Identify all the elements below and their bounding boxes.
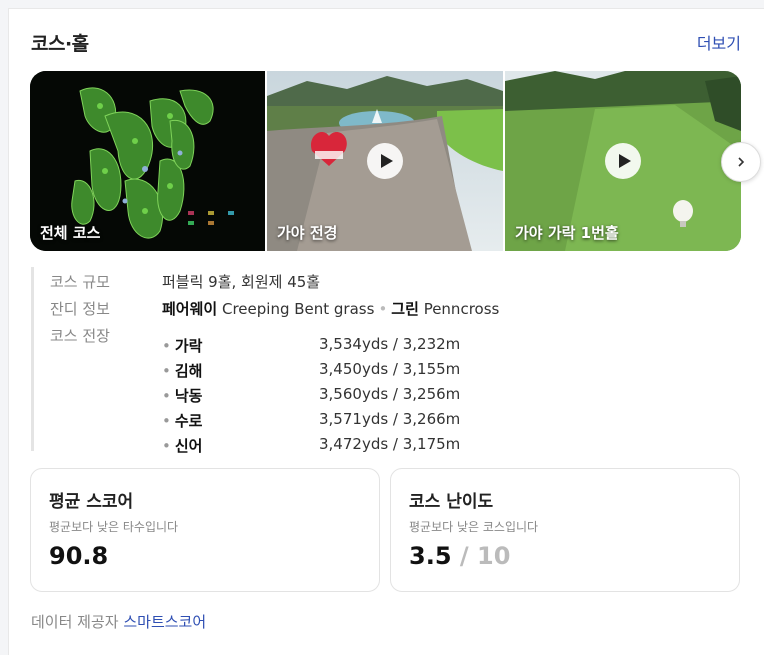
provider-label: 데이터 제공자 [31, 613, 119, 631]
section-title: 코스·홀 [31, 33, 89, 55]
difficulty-subtitle: 평균보다 낮은 코스입니다 [409, 520, 539, 534]
list-item: • 낙동 3,560yds / 3,256m [162, 385, 460, 410]
play-button[interactable] [605, 143, 641, 179]
gallery-label-hole1: 가야 가락 1번홀 [515, 224, 619, 242]
average-score-subtitle: 평균보다 낮은 타수입니다 [49, 520, 179, 534]
grass-label: 잔디 정보 [50, 300, 110, 318]
gallery-item-hole1[interactable]: 가야 가락 1번홀 [505, 71, 741, 251]
course-length: 3,534yds / 3,232m [319, 335, 461, 353]
gallery-next-button[interactable] [721, 142, 761, 182]
bullet-icon: • [162, 412, 171, 430]
fairway-label: 페어웨이 [162, 300, 218, 318]
course-name: 가락 [174, 337, 203, 355]
gallery-label-full-course: 전체 코스 [40, 224, 101, 242]
difficulty-card: 코스 난이도 평균보다 낮은 코스입니다 3.5 / 10 [390, 468, 740, 592]
gallery-item-overview[interactable]: 가야 전경 [267, 71, 503, 251]
gallery-item-full-course[interactable]: 전체 코스 [30, 71, 265, 251]
bullet-icon: • [162, 337, 171, 355]
length-label: 코스 전장 [50, 327, 110, 345]
play-icon [380, 154, 393, 168]
difficulty-value: 3.5 / 10 [409, 542, 510, 570]
average-score-value: 90.8 [49, 542, 109, 570]
play-button[interactable] [367, 143, 403, 179]
difficulty-max: / 10 [459, 542, 511, 570]
info-row-scale: 코스 규모 퍼블릭 9홀, 회원제 45홀 [50, 271, 320, 292]
provider-link[interactable]: 스마트스코어 [123, 613, 206, 631]
scale-label: 코스 규모 [50, 273, 110, 291]
difficulty-score: 3.5 [409, 542, 452, 570]
course-length: 3,571yds / 3,266m [319, 410, 461, 428]
difficulty-title: 코스 난이도 [409, 492, 494, 512]
course-length: 3,450yds / 3,155m [319, 360, 461, 378]
green-value: Penncross [423, 300, 500, 318]
average-score-title: 평균 스코어 [49, 492, 134, 512]
list-item: • 신어 3,472yds / 3,175m [162, 435, 460, 460]
grass-value: 페어웨이 Creeping Bent grass • 그린 Penncross [162, 298, 499, 319]
list-item: • 가락 3,534yds / 3,232m [162, 335, 460, 360]
data-provider: 데이터 제공자 스마트스코어 [31, 611, 206, 632]
course-length: 3,472yds / 3,175m [319, 435, 461, 453]
course-name: 신어 [174, 437, 203, 455]
more-link[interactable]: 더보기 [697, 30, 741, 54]
course-length-list: • 가락 3,534yds / 3,232m • 김해 3,450yds / 3,155… [162, 335, 460, 460]
separator-dot: • [378, 300, 388, 318]
info-row-length: 코스 전장 [50, 325, 110, 346]
list-item: • 수로 3,571yds / 3,266m [162, 410, 460, 435]
bullet-icon: • [162, 387, 171, 405]
list-item: • 김해 3,450yds / 3,155m [162, 360, 460, 385]
scale-value: 퍼블릭 9홀, 회원제 45홀 [162, 273, 321, 291]
gallery-label-overview: 가야 전경 [277, 224, 338, 242]
course-name: 낙동 [174, 387, 203, 405]
bullet-icon: • [162, 437, 171, 455]
course-length: 3,560yds / 3,256m [319, 385, 461, 403]
green-label: 그린 [391, 300, 419, 318]
course-name: 김해 [174, 362, 203, 380]
chevron-right-icon [738, 157, 745, 167]
course-gallery: 전체 코스 가야 전경 가야 가락 1번홀 [30, 71, 741, 251]
play-icon [618, 154, 631, 168]
bullet-icon: • [162, 362, 171, 380]
course-name: 수로 [174, 412, 203, 430]
info-row-grass: 잔디 정보 페어웨이 Creeping Bent grass • 그린 Penncr… [50, 298, 499, 319]
average-score-card: 평균 스코어 평균보다 낮은 타수입니다 90.8 [30, 468, 380, 592]
course-hole-card: 코스·홀 더보기 전체 코스 가야 전경 가야 가락 1번홀 코스 규모 퍼블릭… [8, 8, 764, 655]
fairway-value: Creeping Bent grass [221, 300, 375, 318]
course-info: 코스 규모 퍼블릭 9홀, 회원제 45홀 잔디 정보 페어웨이 Creepin… [31, 267, 744, 455]
